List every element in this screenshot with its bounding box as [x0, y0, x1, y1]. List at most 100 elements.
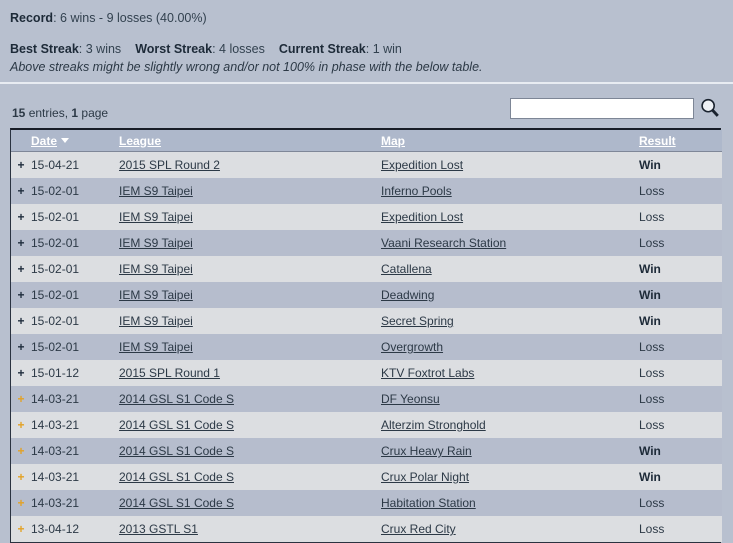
table-row[interactable]: +13-04-12 2013 GSTL S1 Crux Red City Loss — [11, 516, 722, 542]
cell-map: Crux Heavy Rain — [381, 438, 639, 464]
table-row[interactable]: +15-01-12 2015 SPL Round 1 KTV Foxtrot Lab… — [11, 360, 722, 386]
map-link[interactable]: Crux Heavy Rain — [381, 444, 472, 458]
league-link[interactable]: IEM S9 Taipei — [119, 288, 193, 302]
cell-league: 2013 GSTL S1 — [119, 516, 381, 542]
table-row[interactable]: +15-02-01 IEM S9 Taipei Catallena Win — [11, 256, 722, 282]
map-link[interactable]: Habitation Station — [381, 496, 476, 510]
column-header-map-label[interactable]: Map — [381, 134, 405, 148]
cell-result: Loss — [639, 184, 665, 198]
map-link[interactable]: Deadwing — [381, 288, 434, 302]
plus-icon[interactable]: + — [11, 464, 31, 490]
column-header-league[interactable]: League — [119, 130, 381, 152]
plus-icon[interactable]: + — [11, 516, 31, 542]
column-header-date[interactable]: Date — [31, 130, 119, 152]
league-link[interactable]: 2014 GSL S1 Code S — [119, 470, 234, 484]
plus-icon[interactable]: + — [11, 152, 31, 179]
current-streak-separator: : — [365, 42, 373, 56]
table-row[interactable]: +14-03-21 2014 GSL S1 Code S Habitation St… — [11, 490, 722, 516]
cell-result: Win — [639, 262, 661, 276]
league-link[interactable]: 2015 SPL Round 1 — [119, 366, 220, 380]
plus-icon[interactable]: + — [11, 230, 31, 256]
league-link[interactable]: 2014 GSL S1 Code S — [119, 496, 234, 510]
map-link[interactable]: Overgrowth — [381, 340, 443, 354]
plus-icon[interactable]: + — [11, 412, 31, 438]
table-row[interactable]: +15-02-01 IEM S9 Taipei Deadwing Win — [11, 282, 722, 308]
plus-icon[interactable]: + — [11, 308, 31, 334]
table-row[interactable]: +14-03-21 2014 GSL S1 Code S Crux Heavy Ra… — [11, 438, 722, 464]
chevron-down-icon — [61, 137, 70, 143]
column-header-result-label[interactable]: Result — [639, 134, 676, 148]
streak-line: Best Streak: 3 wins Worst Streak: 4 losse… — [10, 41, 733, 57]
cell-league: 2014 GSL S1 Code S — [119, 412, 381, 438]
plus-icon[interactable]: + — [11, 256, 31, 282]
search-icon[interactable] — [699, 97, 721, 119]
match-history-table: Date League Map Result +15-04-21 2015 SPL… — [11, 130, 722, 542]
league-link[interactable]: IEM S9 Taipei — [119, 314, 193, 328]
cell-map: Deadwing — [381, 282, 639, 308]
cell-league: 2014 GSL S1 Code S — [119, 490, 381, 516]
record-separator: : — [53, 11, 61, 25]
column-header-map[interactable]: Map — [381, 130, 639, 152]
cell-league: 2015 SPL Round 1 — [119, 360, 381, 386]
search-input[interactable] — [510, 97, 694, 119]
map-link[interactable]: KTV Foxtrot Labs — [381, 366, 474, 380]
cell-result: Win — [639, 314, 661, 328]
cell-map: Habitation Station — [381, 490, 639, 516]
plus-icon[interactable]: + — [11, 438, 31, 464]
map-link[interactable]: Expedition Lost — [381, 158, 463, 172]
table-row[interactable]: +15-02-01 IEM S9 Taipei Expedition Lost Los… — [11, 204, 722, 230]
table-head: Date League Map Result — [11, 130, 722, 152]
map-link[interactable]: Inferno Pools — [381, 184, 452, 198]
cell-league: IEM S9 Taipei — [119, 334, 381, 360]
cell-date: 15-02-01 — [31, 262, 80, 276]
table-row[interactable]: +14-03-21 2014 GSL S1 Code S Crux Polar Ni… — [11, 464, 722, 490]
table-row[interactable]: +15-02-01 IEM S9 Taipei Secret Spring Win — [11, 308, 722, 334]
league-link[interactable]: IEM S9 Taipei — [119, 184, 193, 198]
league-link[interactable]: 2014 GSL S1 Code S — [119, 444, 234, 458]
pages-word: page — [78, 106, 109, 120]
column-header-league-label[interactable]: League — [119, 134, 161, 148]
plus-icon[interactable]: + — [11, 178, 31, 204]
league-link[interactable]: IEM S9 Taipei — [119, 262, 193, 276]
table-row[interactable]: +15-02-01 IEM S9 Taipei Inferno Pools Loss — [11, 178, 722, 204]
map-link[interactable]: Expedition Lost — [381, 210, 463, 224]
cell-map: Vaani Research Station — [381, 230, 639, 256]
worst-streak-value: 4 losses — [219, 42, 265, 56]
table-row[interactable]: +15-04-21 2015 SPL Round 2 Expedition Lost… — [11, 151, 722, 179]
plus-icon[interactable]: + — [11, 360, 31, 386]
table-row[interactable]: +14-03-21 2014 GSL S1 Code S Alterzim Stro… — [11, 412, 722, 438]
plus-icon[interactable]: + — [11, 204, 31, 230]
column-header-result[interactable]: Result — [639, 130, 722, 152]
plus-icon[interactable]: + — [11, 490, 31, 516]
cell-league: 2014 GSL S1 Code S — [119, 438, 381, 464]
cell-date: 15-04-21 — [31, 158, 80, 172]
league-link[interactable]: IEM S9 Taipei — [119, 210, 193, 224]
map-link[interactable]: Catallena — [381, 262, 432, 276]
plus-icon[interactable]: + — [11, 334, 31, 360]
league-link[interactable]: IEM S9 Taipei — [119, 236, 193, 250]
map-link[interactable]: Crux Polar Night — [381, 470, 469, 484]
map-link[interactable]: Secret Spring — [381, 314, 454, 328]
table-row[interactable]: +14-03-21 2014 GSL S1 Code S DF Yeonsu Loss — [11, 386, 722, 412]
cell-league: 2014 GSL S1 Code S — [119, 464, 381, 490]
plus-icon[interactable]: + — [11, 282, 31, 308]
league-link[interactable]: 2013 GSTL S1 — [119, 522, 198, 536]
plus-icon[interactable]: + — [11, 386, 31, 412]
cell-result: Loss — [639, 340, 665, 354]
table-body: +15-04-21 2015 SPL Round 2 Expedition Lost… — [11, 151, 722, 542]
map-link[interactable]: Crux Red City — [381, 522, 456, 536]
cell-league: IEM S9 Taipei — [119, 204, 381, 230]
league-link[interactable]: 2015 SPL Round 2 — [119, 158, 220, 172]
map-link[interactable]: Vaani Research Station — [381, 236, 506, 250]
column-header-date-label[interactable]: Date — [31, 134, 57, 148]
league-link[interactable]: 2014 GSL S1 Code S — [119, 418, 234, 432]
cell-date: 15-02-01 — [31, 210, 80, 224]
map-link[interactable]: DF Yeonsu — [381, 392, 440, 406]
worst-streak-label: Worst Streak — [135, 42, 213, 56]
table-row[interactable]: +15-02-01 IEM S9 Taipei Vaani Research Sta… — [11, 230, 722, 256]
table-row[interactable]: +15-02-01 IEM S9 Taipei Overgrowth Loss — [11, 334, 722, 360]
league-link[interactable]: IEM S9 Taipei — [119, 340, 193, 354]
entries-count-label: 15 entries, 1 page — [12, 106, 108, 120]
league-link[interactable]: 2014 GSL S1 Code S — [119, 392, 234, 406]
map-link[interactable]: Alterzim Stronghold — [381, 418, 486, 432]
